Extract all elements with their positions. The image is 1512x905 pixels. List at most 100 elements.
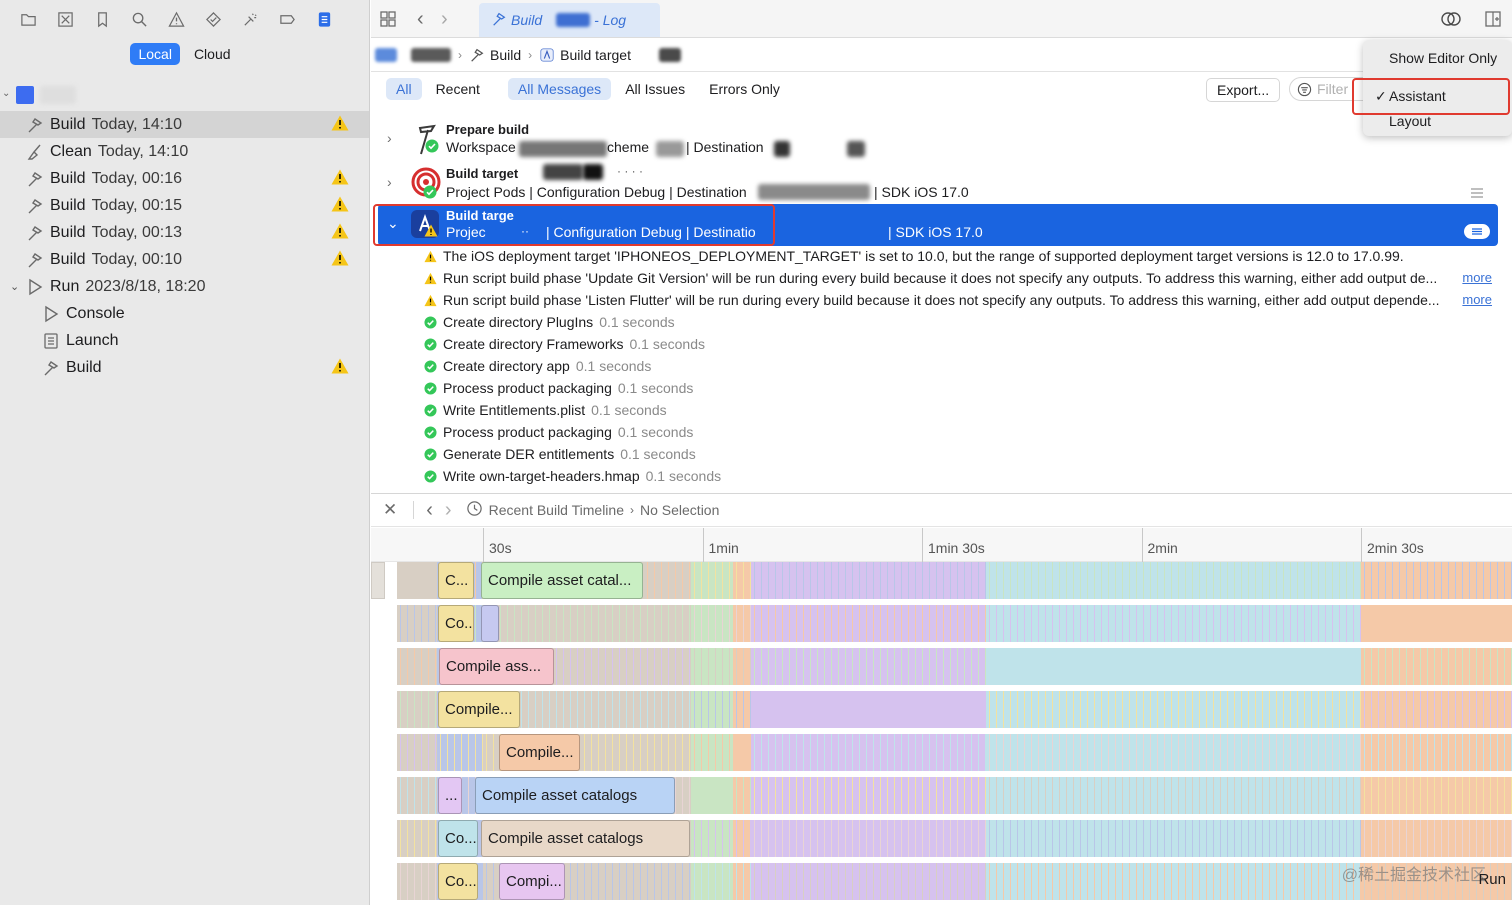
breadcrumb-build-target[interactable]: Build target	[539, 47, 631, 63]
timeline-tick-label: 1min 30s	[922, 528, 985, 562]
redacted-target-name	[583, 164, 603, 180]
log-row-title: Build	[50, 169, 86, 187]
navigator-toolbar	[0, 0, 369, 38]
disclosure-closed-icon[interactable]: ›	[387, 130, 392, 146]
filter-errors-only[interactable]: Errors Only	[699, 78, 790, 100]
more-link[interactable]: more	[1462, 292, 1492, 307]
project-row[interactable]: ⌄	[0, 82, 369, 106]
message-text: Create directory app	[443, 358, 570, 374]
forward-chevron-icon[interactable]: ›	[445, 499, 452, 522]
editor-options-circles-icon[interactable]	[1440, 10, 1462, 31]
message-duration: 0.1 seconds	[599, 314, 675, 330]
log-row-title: Console	[66, 304, 125, 322]
filter-recent[interactable]: Recent	[426, 78, 490, 100]
timeline-task-block[interactable]: Co...	[438, 820, 478, 857]
report-navigator-icon[interactable]	[306, 0, 343, 38]
disclosure-open-icon[interactable]: ⌄	[10, 280, 24, 293]
source-control-icon[interactable]	[47, 0, 84, 38]
redacted-scheme	[656, 141, 684, 157]
timeline-lane[interactable]: Compile...	[371, 734, 1512, 771]
build-warning-message[interactable]: The iOS deployment target 'IPHONEOS_DEPL…	[424, 245, 1404, 267]
scope-cloud-button[interactable]: Cloud	[186, 43, 239, 65]
disclosure-closed-icon[interactable]: ›	[387, 174, 392, 190]
timeline-task-stripe	[986, 777, 1361, 814]
timeline-task-block[interactable]: Compile asset catalogs	[475, 777, 675, 814]
timeline-lane[interactable]: C... Compile asset catal...	[371, 562, 1512, 599]
menu-layout[interactable]: Layout	[1389, 113, 1431, 129]
timeline-task-block[interactable]: Compile...	[499, 734, 580, 771]
timeline-task-block[interactable]: Co...	[438, 605, 474, 642]
transcript-lines-icon[interactable]	[1470, 186, 1484, 202]
timeline-task-block[interactable]: Co...	[438, 863, 478, 900]
timeline-task-block[interactable]: Compile asset catalogs	[481, 820, 690, 857]
build-success-message[interactable]: Write own-target-headers.hmap 0.1 seconds	[424, 465, 721, 487]
timeline-lane[interactable]: Co...	[371, 605, 1512, 642]
timeline-lane[interactable]: Co... Compile asset catalogs	[371, 820, 1512, 857]
timeline-task-block[interactable]: Compile ass...	[439, 648, 554, 685]
breakpoint-icon[interactable]	[269, 0, 306, 38]
expand-transcript-icon[interactable]	[1464, 224, 1490, 239]
timeline-lane[interactable]: ... Compile asset catalogs	[371, 777, 1512, 814]
build-step-target-pods[interactable]: › Build target · · · · Project Pods | Co…	[371, 164, 1512, 206]
log-row-run[interactable]: ⌄ Run 2023/8/18, 18:20	[0, 273, 369, 300]
build-warning-message[interactable]: Run script build phase 'Update Git Versi…	[424, 267, 1437, 289]
play-icon	[40, 304, 62, 324]
timeline-task-block[interactable]: Compi...	[499, 863, 565, 900]
filter-all-messages[interactable]: All Messages	[507, 78, 612, 100]
editor-tab-build-log[interactable]: Build - Log	[479, 3, 660, 37]
menu-show-editor-only[interactable]: Show Editor Only	[1389, 50, 1497, 66]
timeline-task-block[interactable]: ...	[438, 777, 462, 814]
filter-icon	[1297, 82, 1312, 96]
log-row-build[interactable]: Build Today, 00:15	[0, 192, 369, 219]
build-success-message[interactable]: Create directory PlugIns 0.1 seconds	[424, 311, 675, 333]
timeline-selection[interactable]: No Selection	[640, 502, 719, 518]
bookmark-icon[interactable]	[84, 0, 121, 38]
grid-icon[interactable]	[379, 10, 397, 31]
filter-all[interactable]: All	[386, 78, 422, 100]
back-chevron-icon[interactable]: ‹	[426, 499, 433, 522]
breadcrumb-build[interactable]: Build	[469, 47, 521, 63]
close-icon[interactable]: ✕	[383, 500, 397, 520]
timeline-task-block[interactable]: Compile asset catal...	[481, 562, 643, 599]
build-success-message[interactable]: Process product packaging 0.1 seconds	[424, 377, 693, 399]
log-row-launch[interactable]: Launch	[0, 327, 369, 354]
log-row-clean[interactable]: Clean Today, 14:10	[0, 138, 369, 165]
issue-warning-icon[interactable]	[158, 0, 195, 38]
timeline-task-block[interactable]: Compile...	[438, 691, 520, 728]
search-icon[interactable]	[121, 0, 158, 38]
success-check-icon	[424, 359, 443, 373]
test-diamond-icon[interactable]	[195, 0, 232, 38]
timeline-breadcrumb[interactable]: Recent Build Timeline	[489, 502, 624, 518]
build-warning-message[interactable]: Run script build phase 'Listen Flutter' …	[424, 289, 1440, 311]
add-editor-icon[interactable]	[1484, 10, 1502, 31]
folder-icon[interactable]	[10, 0, 47, 38]
debug-spray-icon[interactable]	[232, 0, 269, 38]
timeline-task-stripe	[397, 562, 437, 599]
more-link[interactable]: more	[1462, 270, 1492, 285]
timeline-run-task[interactable]: Run	[1478, 871, 1506, 888]
forward-chevron-icon[interactable]: ›	[441, 8, 448, 31]
log-row-console[interactable]: Console	[0, 300, 369, 327]
timeline-lane[interactable]: Compile ass...	[371, 648, 1512, 685]
build-success-message[interactable]: Process product packaging 0.1 seconds	[424, 421, 693, 443]
log-row-build[interactable]: Build Today, 00:13	[0, 219, 369, 246]
log-row-build[interactable]: Build Today, 00:10	[0, 246, 369, 273]
timeline-task-block[interactable]: C...	[438, 562, 474, 599]
filter-all-issues[interactable]: All Issues	[615, 78, 695, 100]
build-success-message[interactable]: Create directory Frameworks 0.1 seconds	[424, 333, 705, 355]
timeline-task-block[interactable]	[481, 605, 499, 642]
timeline-lane[interactable]: Compile...	[371, 691, 1512, 728]
hammer-icon	[24, 196, 46, 216]
timeline-task-stripe	[397, 605, 437, 642]
build-success-message[interactable]: Create directory app 0.1 seconds	[424, 355, 651, 377]
scope-local-button[interactable]: Local	[130, 43, 180, 65]
disclosure-open-icon[interactable]: ⌄	[2, 88, 10, 99]
build-success-message[interactable]: Generate DER entitlements 0.1 seconds	[424, 443, 696, 465]
build-step-prepare[interactable]: › Prepare build Workspace cheme | Destin…	[371, 120, 1512, 160]
log-row-build[interactable]: Build Today, 00:16	[0, 165, 369, 192]
log-row-build[interactable]: Build Today, 14:10	[0, 111, 369, 138]
back-chevron-icon[interactable]: ‹	[417, 8, 424, 31]
build-success-message[interactable]: Write Entitlements.plist 0.1 seconds	[424, 399, 667, 421]
log-row-build[interactable]: Build	[0, 354, 369, 381]
export-button[interactable]: Export...	[1206, 78, 1281, 102]
